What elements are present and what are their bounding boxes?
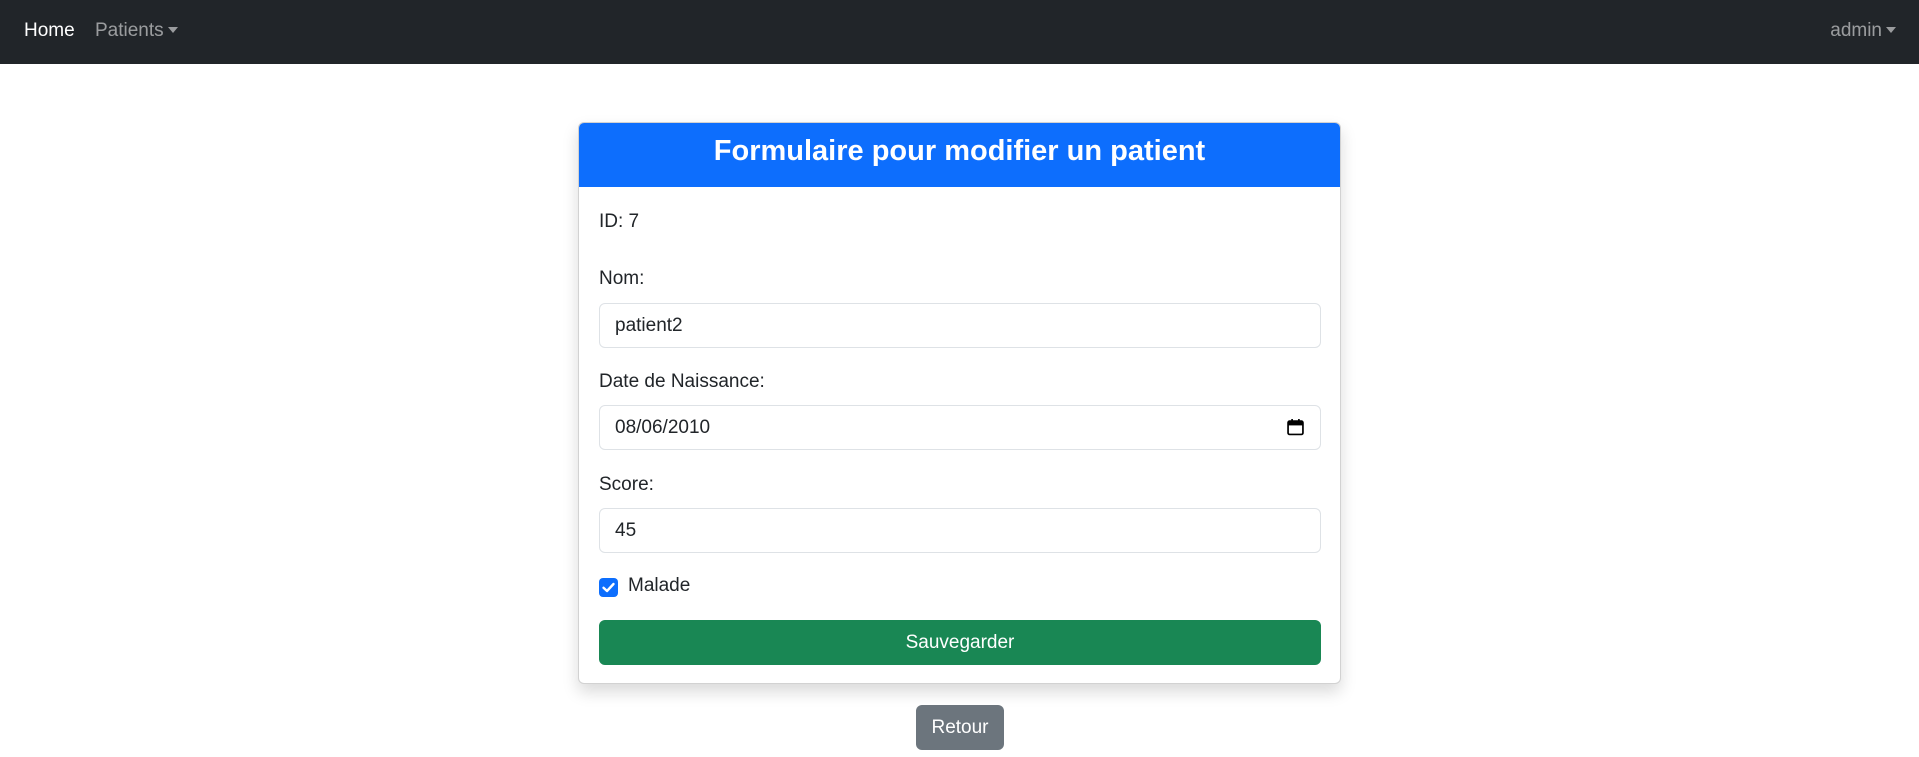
score-value: 45 <box>615 520 637 541</box>
score-input[interactable]: 45 <box>599 508 1321 553</box>
malade-label: Malade <box>628 575 691 596</box>
score-label: Score: <box>599 474 654 495</box>
user-menu-label: admin <box>1830 20 1882 41</box>
top-navbar: Home Patients admin <box>0 0 1919 64</box>
malade-checkbox[interactable] <box>599 578 618 597</box>
save-button[interactable]: Sauvegarder <box>599 620 1321 665</box>
nav-patients-dropdown[interactable]: Patients <box>95 0 178 64</box>
form-title: Formulaire pour modifier un patient <box>713 135 1206 167</box>
calendar-icon[interactable] <box>1287 418 1304 436</box>
edit-patient-card: Formulaire pour modifier un patient <box>578 122 1341 684</box>
nom-value: patient2 <box>615 315 683 336</box>
date-naissance-input[interactable]: 08/06/2010 <box>599 405 1321 450</box>
date-naissance-value: 08/06/2010 <box>615 417 711 438</box>
back-button[interactable]: Retour <box>916 705 1004 750</box>
nav-patients-label: Patients <box>95 20 164 41</box>
patient-id: ID: 7 <box>599 211 640 232</box>
date-naissance-label: Date de Naissance: <box>599 371 765 392</box>
caret-down-icon <box>1886 27 1896 33</box>
user-menu-dropdown[interactable]: admin <box>1830 0 1896 64</box>
nav-home-link[interactable]: Home <box>24 0 75 64</box>
card-header: Formulaire pour modifier un patient <box>579 123 1340 187</box>
nom-input[interactable]: patient2 <box>599 303 1321 348</box>
checkmark-icon <box>602 582 615 593</box>
nom-label: Nom: <box>599 268 645 289</box>
caret-down-icon <box>167 27 178 33</box>
